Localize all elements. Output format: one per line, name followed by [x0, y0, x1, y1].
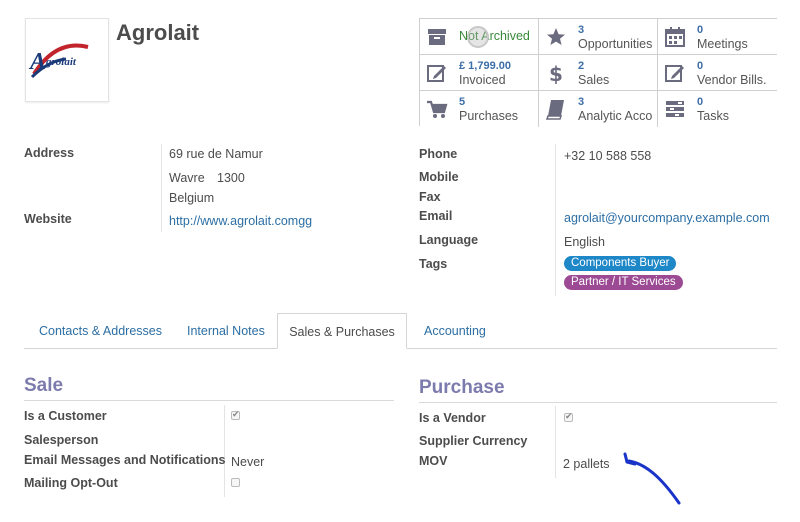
email-link[interactable]: agrolait@yourcompany.example.com [564, 211, 770, 225]
language-label: Language [419, 233, 479, 247]
city-field[interactable]: Wavre [169, 171, 205, 185]
purchases-count: 5 [459, 96, 466, 108]
calendar-icon [665, 27, 685, 47]
sales-label: Sales [578, 73, 610, 87]
svg-text:$: $ [549, 62, 563, 84]
archive-icon [428, 29, 446, 45]
purchases-button[interactable]: 5 Purchases [420, 91, 539, 127]
street-field[interactable]: 69 rue de Namur [169, 147, 263, 161]
vendor-bills-button[interactable]: 0 Vendor Bills. [658, 55, 777, 91]
tasks-icon [666, 101, 684, 117]
annotation-arrow-icon [623, 452, 681, 505]
mailing-optout-checkbox[interactable] [231, 478, 240, 487]
sale-section-title: Sale [24, 375, 64, 396]
analytic-accounts-count: 3 [578, 96, 585, 108]
invoiced-label: Invoiced [459, 73, 506, 87]
svg-text:grolait: grolait [45, 56, 77, 68]
vendor-bills-count: 0 [697, 60, 704, 72]
address-label: Address [24, 146, 75, 160]
mov-label: MOV [419, 454, 448, 468]
tab-sales-purchases[interactable]: Sales & Purchases [277, 313, 407, 349]
is-vendor-checkbox[interactable] [564, 411, 573, 422]
smart-buttons: Not Archived 3 Opportunities 0 Meetings … [419, 18, 777, 127]
meetings-label: Meetings [697, 37, 748, 51]
meetings-count: 0 [697, 24, 704, 36]
website-label: Website [24, 212, 72, 226]
edit-icon [665, 65, 684, 82]
email-notifications-label: Email Messages and Notifications [24, 453, 226, 467]
phone-label: Phone [419, 147, 458, 161]
tasks-button[interactable]: 0 Tasks [658, 91, 777, 127]
mobile-label: Mobile [419, 170, 459, 184]
analytic-accounts-button[interactable]: 3 Analytic Acco… [539, 91, 658, 127]
tags-label: Tags [419, 257, 448, 271]
invoiced-button[interactable]: £ 1,799.00 Invoiced [420, 55, 539, 91]
field-divider [224, 405, 225, 497]
opportunities-label: Opportunities [578, 37, 653, 51]
dollar-icon: $ [549, 62, 563, 84]
svg-text:A: A [28, 49, 46, 75]
partner-logo[interactable]: A grolait [25, 18, 109, 102]
supplier-currency-label: Supplier Currency [419, 434, 528, 448]
book-icon [545, 100, 564, 120]
sales-button[interactable]: $ 2 Sales [539, 55, 658, 91]
star-icon [547, 28, 565, 45]
sales-count: 2 [578, 60, 585, 72]
invoiced-amount: £ 1,799.00 [459, 60, 511, 72]
zip-field[interactable]: 1300 [217, 171, 245, 185]
tab-accounting[interactable]: Accounting [424, 324, 486, 338]
cursor-overlay-icon [467, 26, 489, 48]
purchase-section-title: Purchase [419, 377, 505, 398]
field-divider [555, 144, 556, 296]
tasks-count: 0 [697, 96, 704, 108]
analytic-accounts-label: Analytic Acco… [578, 109, 654, 123]
mov-value[interactable]: 2 pallets [563, 457, 610, 471]
tab-contacts-addresses[interactable]: Contacts & Addresses [39, 324, 162, 338]
meetings-button[interactable]: 0 Meetings [658, 19, 777, 55]
email-label: Email [419, 209, 453, 223]
tag-components-buyer[interactable]: Components Buyer [564, 256, 677, 271]
tab-internal-notes[interactable]: Internal Notes [187, 324, 265, 338]
salesperson-label: Salesperson [24, 433, 99, 447]
sale-divider [24, 400, 394, 401]
phone-field[interactable]: +32 10 588 558 [564, 149, 651, 163]
tasks-label: Tasks [697, 109, 729, 123]
field-divider [161, 144, 162, 232]
is-vendor-label: Is a Vendor [419, 411, 486, 425]
fax-label: Fax [419, 190, 441, 204]
active-toggle-button[interactable]: Not Archived [420, 19, 539, 55]
agrolait-logo-icon: A grolait [28, 43, 89, 79]
is-customer-checkbox[interactable] [231, 409, 240, 420]
tag-partner-it-services[interactable]: Partner / IT Services [564, 275, 683, 290]
cart-icon [427, 100, 448, 118]
is-customer-label: Is a Customer [24, 409, 107, 423]
purchases-label: Purchases [459, 109, 519, 123]
website-link[interactable]: http://www.agrolait.comgg [169, 214, 312, 228]
field-divider [555, 406, 556, 478]
language-field[interactable]: English [564, 235, 605, 249]
email-notifications-value[interactable]: Never [231, 455, 264, 469]
mailing-optout-label: Mailing Opt-Out [24, 476, 118, 490]
edit-icon [427, 65, 446, 82]
vendor-bills-label: Vendor Bills. [697, 73, 767, 87]
country-field[interactable]: Belgium [169, 191, 214, 205]
record-title: Agrolait [116, 20, 200, 45]
opportunities-count: 3 [578, 24, 585, 36]
opportunities-button[interactable]: 3 Opportunities [539, 19, 658, 55]
purchase-divider [419, 402, 777, 403]
